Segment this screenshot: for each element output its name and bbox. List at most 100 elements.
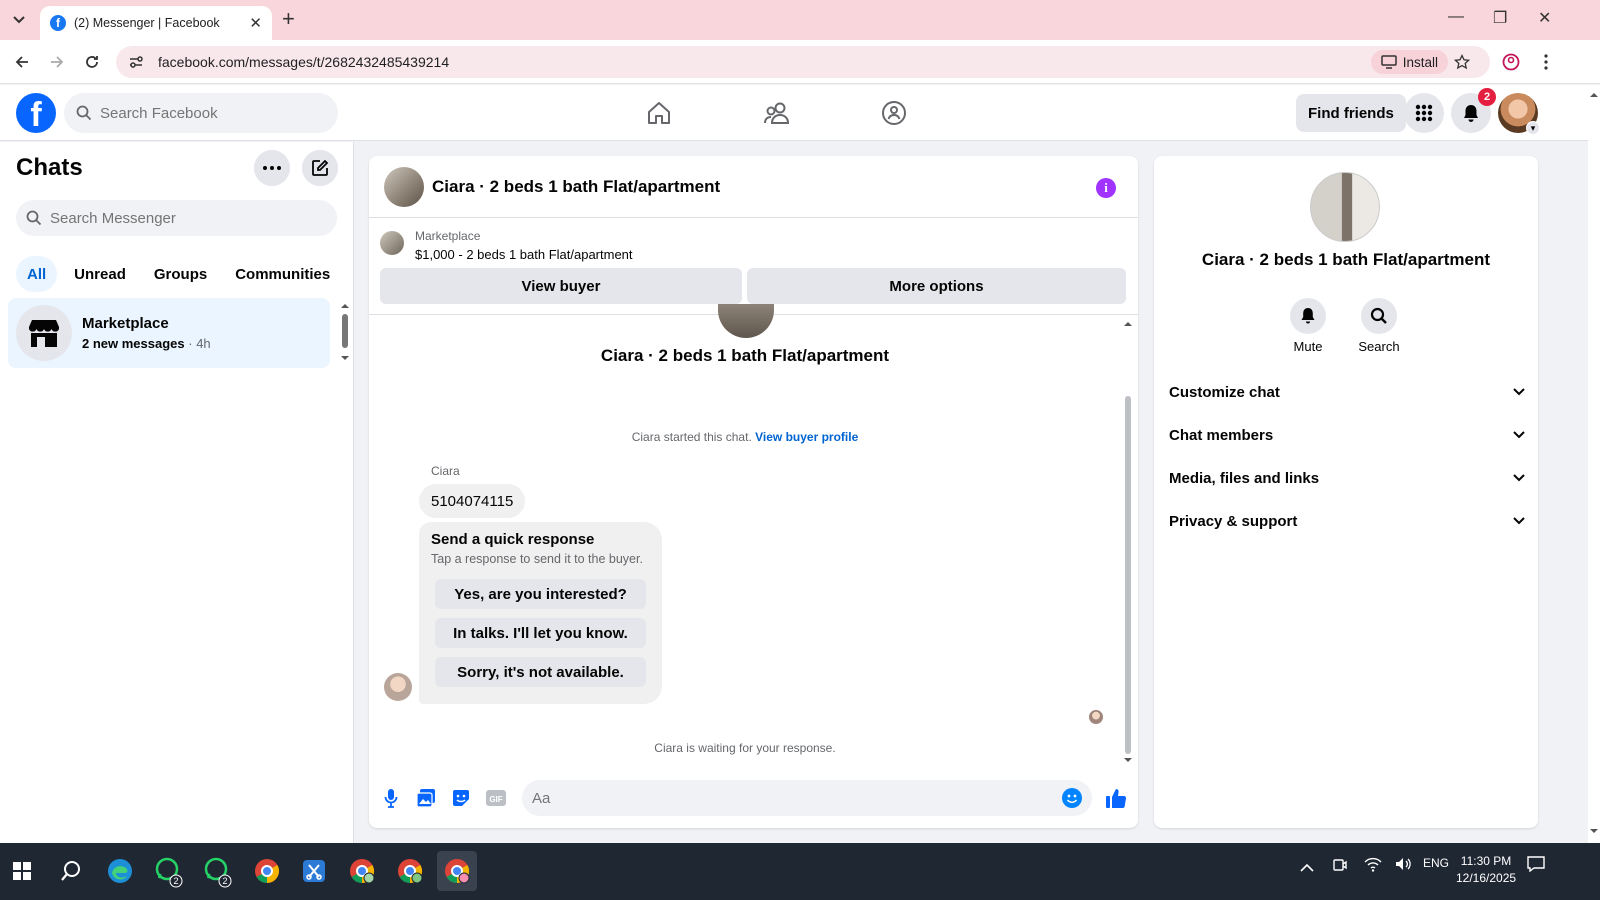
quick-response-title: Send a quick response xyxy=(431,531,595,548)
address-bar[interactable]: facebook.com/messages/t/2682432485439214 xyxy=(116,46,1490,78)
thread-scrollbar[interactable] xyxy=(1121,320,1133,764)
filter-all[interactable]: All xyxy=(16,256,58,292)
filter-groups[interactable]: Groups xyxy=(143,256,218,292)
view-buyer-button[interactable]: View buyer xyxy=(380,268,742,304)
section-chat-members[interactable]: Chat members xyxy=(1169,417,1525,453)
filter-unread[interactable]: Unread xyxy=(63,256,137,292)
more-dots-icon xyxy=(263,166,281,170)
mute-button[interactable]: Mute xyxy=(1278,298,1338,354)
chat-item-marketplace[interactable]: Marketplace 2 new messages · 4h xyxy=(8,298,330,368)
quick-reply-in-talks[interactable]: In talks. I'll let you know. xyxy=(435,618,646,648)
clock-time: 11:30 PM xyxy=(1460,854,1512,868)
chat-item-subtitle: 2 new messages · 4h xyxy=(82,336,211,351)
browser-tab-messenger[interactable]: f (2) Messenger | Facebook ✕ xyxy=(40,6,272,40)
page-scrollbar[interactable] xyxy=(1588,85,1600,843)
forward-icon[interactable] xyxy=(47,52,67,72)
tab-close-icon[interactable]: ✕ xyxy=(249,14,262,32)
messenger-search-input[interactable] xyxy=(50,209,310,227)
chrome-profile-icon[interactable] xyxy=(342,851,382,891)
photo-attach-icon[interactable] xyxy=(414,786,438,810)
chrome-profile-icon[interactable] xyxy=(390,851,430,891)
conversation-title[interactable]: Ciara · 2 beds 1 bath Flat/apartment xyxy=(432,177,720,197)
whatsapp-badge-1: 2 xyxy=(173,876,178,886)
snipping-tool-icon[interactable] xyxy=(294,851,334,891)
meet-now-icon[interactable] xyxy=(1332,857,1348,873)
whatsapp-icon[interactable]: 2 xyxy=(149,851,189,891)
message-input[interactable] xyxy=(532,789,1052,807)
bookmark-star-icon[interactable] xyxy=(1452,52,1472,72)
more-options-button[interactable]: More options xyxy=(747,268,1126,304)
minimize-window-icon[interactable]: — xyxy=(1448,8,1464,26)
facebook-logo-icon[interactable]: f xyxy=(16,93,56,133)
svg-text:GIF: GIF xyxy=(489,795,502,804)
whatsapp-icon[interactable]: 2 xyxy=(198,851,238,891)
restore-window-icon[interactable]: ❐ xyxy=(1493,8,1507,28)
read-receipt-avatar xyxy=(1089,710,1103,724)
language-indicator[interactable]: ENG xyxy=(1423,856,1449,870)
edge-browser-icon[interactable] xyxy=(100,851,140,891)
volume-icon[interactable] xyxy=(1394,856,1412,872)
sender-avatar[interactable] xyxy=(384,673,412,701)
emoji-icon[interactable] xyxy=(1062,788,1082,808)
message-sender-name: Ciara xyxy=(431,464,460,478)
filter-communities[interactable]: Communities xyxy=(224,256,341,292)
profile-icon[interactable] xyxy=(1501,52,1521,72)
conversation-avatar[interactable] xyxy=(384,166,424,207)
facebook-favicon-icon: f xyxy=(50,15,66,31)
facebook-search-input[interactable] xyxy=(100,104,320,122)
thread-scrollbar-thumb[interactable] xyxy=(1125,396,1131,754)
menu-grid-icon[interactable] xyxy=(1404,93,1444,133)
message-input-field[interactable] xyxy=(522,780,1092,816)
back-icon[interactable] xyxy=(12,52,32,72)
compose-icon xyxy=(312,159,329,176)
new-tab-button[interactable]: + xyxy=(282,8,295,30)
taskbar-search-icon[interactable] xyxy=(51,851,91,891)
section-label: Chat members xyxy=(1169,426,1274,444)
section-media-files-links[interactable]: Media, files and links xyxy=(1169,460,1525,496)
taskbar-clock[interactable]: 11:30 PM 12/16/2025 xyxy=(1456,853,1516,887)
quick-reply-interested[interactable]: Yes, are you interested? xyxy=(435,579,646,609)
new-message-button[interactable] xyxy=(302,150,338,186)
listing-avatar[interactable] xyxy=(1310,172,1380,242)
gif-icon[interactable]: GIF xyxy=(484,786,508,810)
chats-options-button[interactable] xyxy=(254,150,290,186)
tray-overflow-icon[interactable] xyxy=(1300,863,1314,873)
facebook-search[interactable] xyxy=(64,93,338,133)
close-window-icon[interactable]: ✕ xyxy=(1538,8,1551,28)
chats-scrollbar[interactable] xyxy=(340,302,350,364)
quick-response-subtitle: Tap a response to send it to the buyer. xyxy=(431,552,643,566)
friends-icon[interactable] xyxy=(761,97,793,129)
marketplace-listing-bar: Marketplace $1,000 - 2 beds 1 bath Flat/… xyxy=(369,219,1138,315)
notifications-center-icon[interactable] xyxy=(1527,856,1545,872)
thumbs-up-icon[interactable] xyxy=(1104,786,1128,810)
chevron-down-icon xyxy=(1513,388,1525,396)
chrome-active-window-icon[interactable] xyxy=(437,851,477,891)
search-in-conversation-button[interactable]: Search xyxy=(1349,298,1409,354)
sticker-icon[interactable] xyxy=(449,786,473,810)
section-privacy-support[interactable]: Privacy & support xyxy=(1169,503,1525,539)
notification-badge: 2 xyxy=(1478,88,1496,106)
view-buyer-profile-link[interactable]: View buyer profile xyxy=(755,430,858,444)
find-friends-button[interactable]: Find friends xyxy=(1296,94,1406,132)
home-icon[interactable] xyxy=(643,97,675,129)
microphone-icon[interactable] xyxy=(379,786,403,810)
tab-search-dropdown-icon[interactable] xyxy=(6,7,32,33)
install-app-button[interactable]: Install xyxy=(1370,50,1448,74)
browser-tab-strip: f (2) Messenger | Facebook ✕ + — ❐ ✕ xyxy=(0,0,1600,40)
messenger-search[interactable] xyxy=(16,200,337,236)
chats-sidebar: Chats All Unread Groups Communities Mark… xyxy=(0,142,354,843)
section-customize-chat[interactable]: Customize chat xyxy=(1169,374,1525,410)
conversation-info-icon[interactable]: i xyxy=(1096,178,1116,198)
quick-reply-not-available[interactable]: Sorry, it's not available. xyxy=(435,657,646,687)
message-bubble[interactable]: 5104074115 xyxy=(419,484,526,518)
thread-header-name: Ciara · 2 beds 1 bath Flat/apartment xyxy=(600,346,890,365)
groups-icon[interactable] xyxy=(878,97,910,129)
chrome-icon[interactable] xyxy=(247,851,287,891)
section-label: Customize chat xyxy=(1169,383,1280,401)
reload-icon[interactable] xyxy=(82,52,102,72)
site-info-icon[interactable] xyxy=(128,54,144,70)
wifi-icon[interactable] xyxy=(1364,856,1382,872)
windows-start-icon[interactable] xyxy=(2,851,42,891)
browser-menu-icon[interactable] xyxy=(1536,52,1556,72)
account-avatar[interactable]: ▾ xyxy=(1498,93,1540,135)
